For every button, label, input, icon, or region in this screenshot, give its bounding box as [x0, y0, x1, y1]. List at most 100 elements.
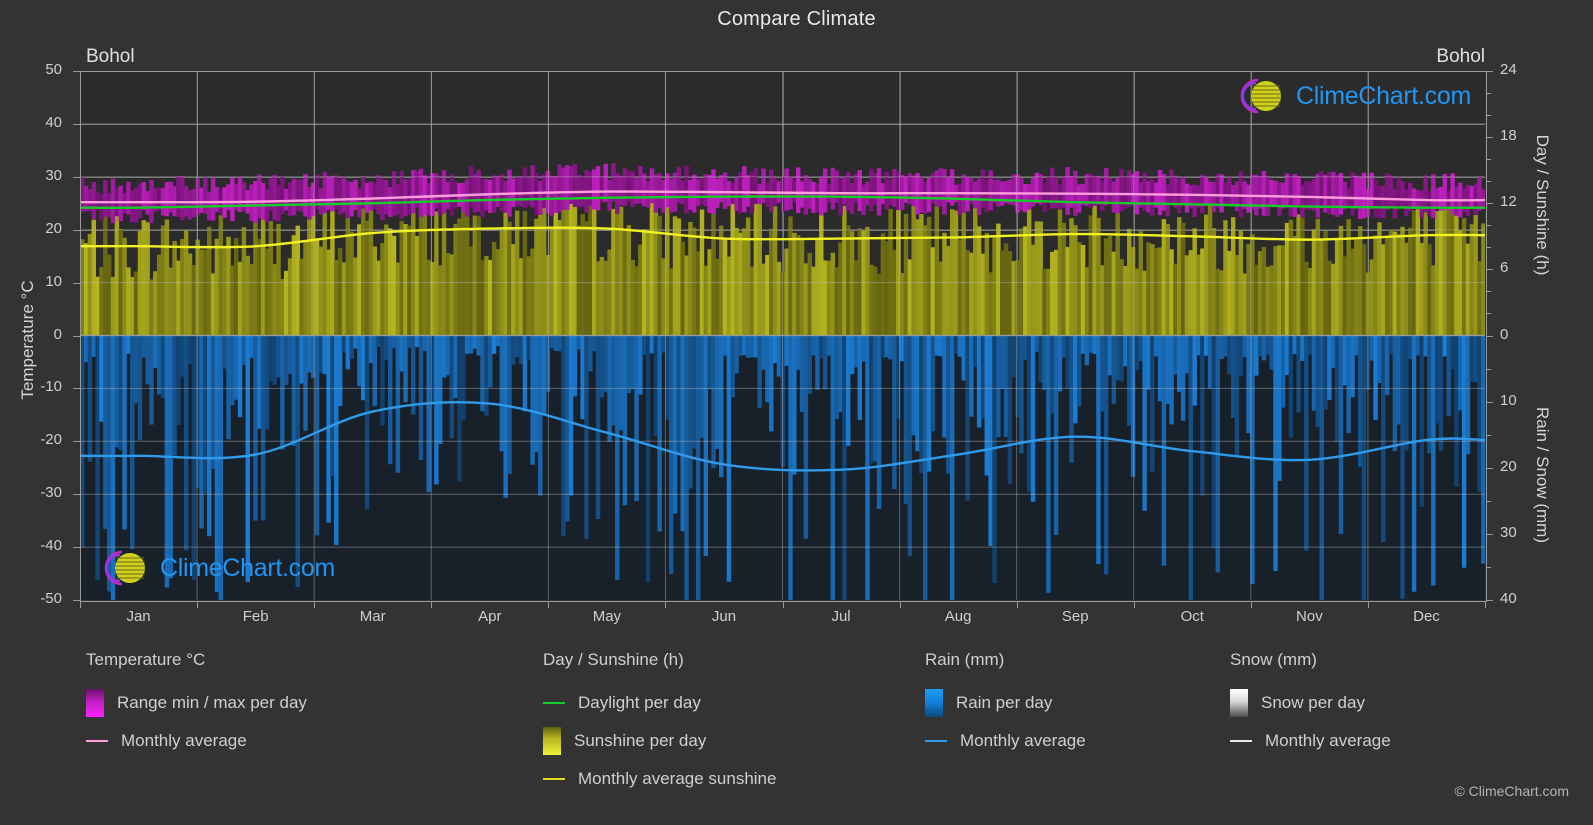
y-tick-mark-temperature [73, 494, 80, 496]
sunshine-swatch-icon [543, 727, 561, 755]
y-tick-label-temperature: -40 [40, 537, 62, 555]
x-tick-mark-month [197, 601, 199, 608]
location-label-left: Bohol [86, 46, 135, 67]
y-tick-mark-temperature [73, 282, 80, 284]
y-tick-mark-minor-day-sunshine [1486, 247, 1491, 249]
legend-label-sunshine-avg: Monthly average sunshine [578, 769, 777, 788]
legend-heading-temperature: Temperature °C [86, 650, 206, 669]
legend-item-rain-avg[interactable]: Monthly average [925, 722, 1086, 760]
y-tick-mark-rain-snow [1486, 533, 1493, 535]
x-tick-mark-month [1250, 601, 1252, 608]
snow-avg-line-icon [1230, 740, 1252, 742]
snow-swatch-icon [1230, 689, 1248, 717]
legend-item-temp-range[interactable]: Range min / max per day [86, 684, 307, 722]
x-tick-mark-month [1367, 601, 1369, 608]
x-tick-mark-month [1016, 601, 1018, 608]
legend-label-daylight: Daylight per day [578, 693, 701, 712]
legend-label-temp-avg: Monthly average [121, 731, 247, 750]
y-tick-label-temperature: -10 [40, 378, 62, 396]
y-tick-mark-temperature [73, 335, 80, 337]
x-tick-label-month: Oct [1180, 608, 1204, 625]
page-title: Compare Climate [717, 8, 876, 30]
legend-group-temperature: Temperature °C Range min / max per day M… [86, 650, 307, 760]
legend-item-temp-avg[interactable]: Monthly average [86, 722, 307, 760]
y-tick-mark-minor-day-sunshine [1486, 313, 1491, 315]
y-tick-mark-minor-day-sunshine [1486, 93, 1491, 95]
y-tick-mark-day-sunshine [1486, 137, 1493, 139]
y-tick-mark-rain-snow [1486, 467, 1493, 469]
y-tick-label-temperature: 0 [53, 325, 62, 343]
y-tick-mark-temperature [73, 547, 80, 549]
y-tick-mark-minor-day-sunshine [1486, 225, 1491, 227]
y-tick-label-rain-snow: 40 [1500, 590, 1517, 607]
x-tick-mark-month [782, 601, 784, 608]
y-tick-mark-temperature [73, 229, 80, 231]
y-tick-mark-minor-rain-snow [1486, 368, 1491, 370]
legend-item-snow[interactable]: Snow per day [1230, 684, 1391, 722]
y-tick-mark-minor-day-sunshine [1486, 291, 1491, 293]
chart-plot-area [80, 71, 1485, 600]
chart-legend: Temperature °C Range min / max per day M… [0, 650, 1593, 825]
y-tick-label-day-sunshine: 24 [1500, 61, 1517, 78]
x-tick-mark-month [431, 601, 433, 608]
y-tick-label-day-sunshine: 6 [1500, 259, 1509, 277]
legend-heading-rain: Rain (mm) [925, 650, 1005, 669]
y-tick-mark-temperature [73, 123, 80, 125]
rain-avg-line-icon [925, 740, 947, 742]
legend-item-snow-avg[interactable]: Monthly average [1230, 722, 1391, 760]
y-tick-mark-day-sunshine [1486, 71, 1493, 72]
legend-label-temp-range: Range min / max per day [117, 693, 307, 712]
chart-data-layer [80, 71, 1485, 600]
y-tick-label-rain-snow: 30 [1500, 523, 1517, 541]
x-tick-label-month: Jun [711, 608, 737, 625]
rain-swatch-icon [925, 689, 943, 717]
x-tick-label-month: Jul [831, 608, 851, 625]
legend-label-sunshine: Sunshine per day [574, 731, 707, 750]
legend-item-sunshine[interactable]: Sunshine per day [543, 722, 776, 760]
y-tick-mark-temperature [73, 71, 80, 72]
x-tick-label-month: Feb [242, 608, 269, 625]
copyright-text: © ClimeChart.com [1454, 783, 1569, 799]
legend-item-daylight[interactable]: Daylight per day [543, 684, 776, 722]
y-tick-mark-rain-snow [1486, 401, 1493, 403]
legend-item-rain[interactable]: Rain per day [925, 684, 1086, 722]
y-tick-label-temperature: -30 [40, 484, 62, 502]
x-tick-mark-month [899, 601, 901, 608]
y-tick-label-temperature: 40 [45, 113, 62, 131]
y-tick-label-temperature: 50 [45, 61, 62, 78]
y-tick-mark-minor-rain-snow [1486, 566, 1491, 568]
x-tick-label-month: Aug [944, 608, 972, 625]
x-tick-label-month: Nov [1296, 608, 1323, 625]
x-tick-mark-month [548, 601, 550, 608]
x-tick-mark-month [314, 601, 316, 608]
y-tick-mark-minor-day-sunshine [1486, 181, 1491, 183]
x-tick-mark-month [1485, 601, 1486, 608]
temp-avg-line-icon [86, 740, 108, 742]
legend-item-sunshine-avg[interactable]: Monthly average sunshine [543, 760, 776, 798]
x-tick-mark-month [80, 601, 81, 608]
legend-label-snow-avg: Monthly average [1265, 731, 1391, 750]
y-tick-mark-temperature [73, 441, 80, 443]
y-tick-mark-rain-snow [1486, 600, 1493, 601]
y-tick-label-rain-snow: 20 [1500, 457, 1517, 475]
y-tick-label-temperature: 10 [45, 272, 62, 290]
temp-range-swatch-icon [86, 689, 104, 717]
x-tick-label-month: Dec [1413, 608, 1440, 625]
y-tick-label-temperature: -20 [40, 431, 62, 449]
legend-group-snow: Snow (mm) Snow per day Monthly average [1230, 650, 1391, 760]
legend-heading-snow: Snow (mm) [1230, 650, 1317, 669]
legend-heading-day-sunshine: Day / Sunshine (h) [543, 650, 684, 669]
legend-group-day-sunshine: Day / Sunshine (h) Daylight per day Suns… [543, 650, 776, 798]
x-tick-label-month: Mar [359, 608, 386, 625]
y-tick-mark-temperature [73, 388, 80, 390]
y-tick-label-temperature: 20 [45, 219, 62, 237]
x-tick-label-month: Jan [126, 608, 151, 625]
y-tick-mark-minor-rain-snow [1486, 434, 1491, 436]
climate-chart-page: Compare Climate Bohol Bohol Temperature … [0, 0, 1593, 825]
x-tick-mark-month [1133, 601, 1135, 608]
y-tick-label-day-sunshine: 18 [1500, 127, 1517, 145]
y-tick-mark-minor-day-sunshine [1486, 115, 1491, 117]
sunshine-avg-line-icon [543, 778, 565, 780]
y-tick-mark-temperature [73, 600, 80, 601]
legend-label-rain-avg: Monthly average [960, 731, 1086, 750]
